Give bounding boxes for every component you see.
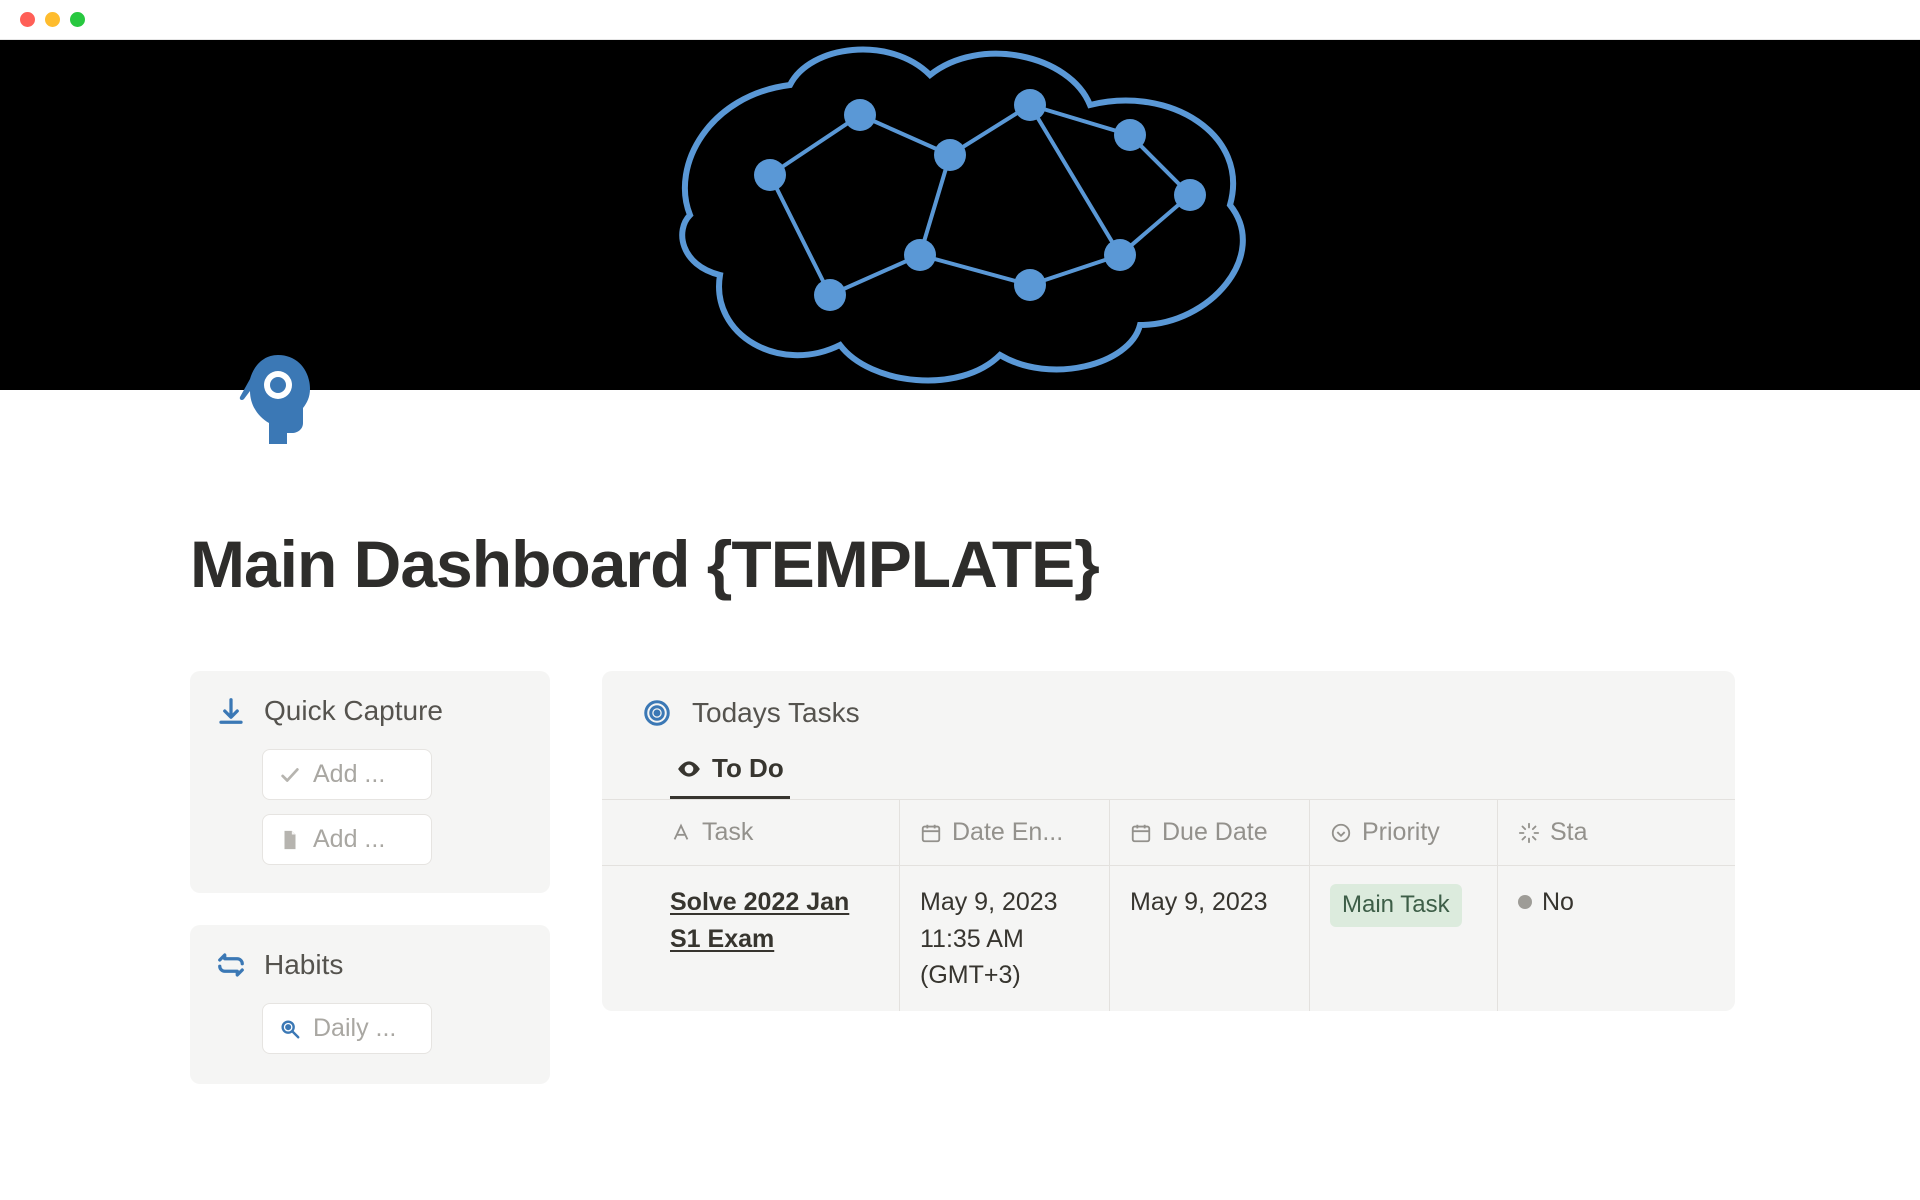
- column-task-label: Task: [702, 818, 753, 847]
- cover-image[interactable]: [0, 40, 1920, 390]
- column-date-entered[interactable]: Date En...: [900, 800, 1110, 865]
- todays-tasks-title: Todays Tasks: [692, 697, 860, 729]
- minimize-window-icon[interactable]: [45, 12, 60, 27]
- repeat-icon: [216, 950, 246, 980]
- tab-todo[interactable]: To Do: [670, 743, 790, 799]
- brain-network-icon: [630, 5, 1290, 425]
- close-window-icon[interactable]: [20, 12, 35, 27]
- daily-view-button[interactable]: Daily ...: [262, 1003, 432, 1054]
- quick-capture-block: Quick Capture Add ... Add ...: [190, 671, 550, 893]
- habits-block: Habits Daily ...: [190, 925, 550, 1084]
- quick-capture-title: Quick Capture: [264, 695, 443, 727]
- cell-date-entered: May 9, 2023 11:35 AM (GMT+3): [900, 866, 1110, 1011]
- column-due-date[interactable]: Due Date: [1110, 800, 1310, 865]
- table-row[interactable]: Solve 2022 Jan S1 Exam May 9, 2023 11:35…: [602, 865, 1735, 1011]
- page-head-icon[interactable]: [230, 349, 326, 445]
- check-icon: [279, 764, 301, 786]
- column-status-label: Sta: [1550, 818, 1588, 847]
- cell-status: No: [1542, 884, 1574, 920]
- column-status[interactable]: Sta: [1498, 800, 1598, 865]
- download-icon: [216, 696, 246, 726]
- target-icon: [642, 698, 672, 728]
- select-icon: [1330, 822, 1352, 844]
- calendar-icon: [920, 822, 942, 844]
- todays-tasks-panel: Todays Tasks To Do: [602, 671, 1735, 1011]
- column-due-date-label: Due Date: [1162, 818, 1268, 847]
- column-priority[interactable]: Priority: [1310, 800, 1498, 865]
- column-priority-label: Priority: [1362, 818, 1440, 847]
- status-icon: [1518, 822, 1540, 844]
- cell-due-date: May 9, 2023: [1110, 866, 1310, 1011]
- add-task-button[interactable]: Add ...: [262, 749, 432, 800]
- column-date-entered-label: Date En...: [952, 818, 1063, 847]
- magnify-icon: [279, 1018, 301, 1040]
- add-note-label: Add ...: [313, 825, 385, 854]
- calendar-icon: [1130, 822, 1152, 844]
- task-name[interactable]: Solve 2022 Jan S1 Exam: [670, 888, 849, 952]
- page-title[interactable]: Main Dashboard {TEMPLATE}: [190, 530, 1735, 599]
- column-task[interactable]: Task: [650, 800, 900, 865]
- maximize-window-icon[interactable]: [70, 12, 85, 27]
- add-note-button[interactable]: Add ...: [262, 814, 432, 865]
- status-dot-icon: [1518, 895, 1532, 909]
- habits-title: Habits: [264, 949, 343, 981]
- text-icon: [670, 822, 692, 844]
- tab-todo-label: To Do: [712, 753, 784, 784]
- eye-icon: [676, 756, 702, 782]
- daily-view-label: Daily ...: [313, 1014, 396, 1043]
- priority-pill: Main Task: [1330, 884, 1462, 927]
- add-task-label: Add ...: [313, 760, 385, 789]
- document-icon: [279, 829, 301, 851]
- table-header: Task Date En... Due Date: [602, 800, 1735, 865]
